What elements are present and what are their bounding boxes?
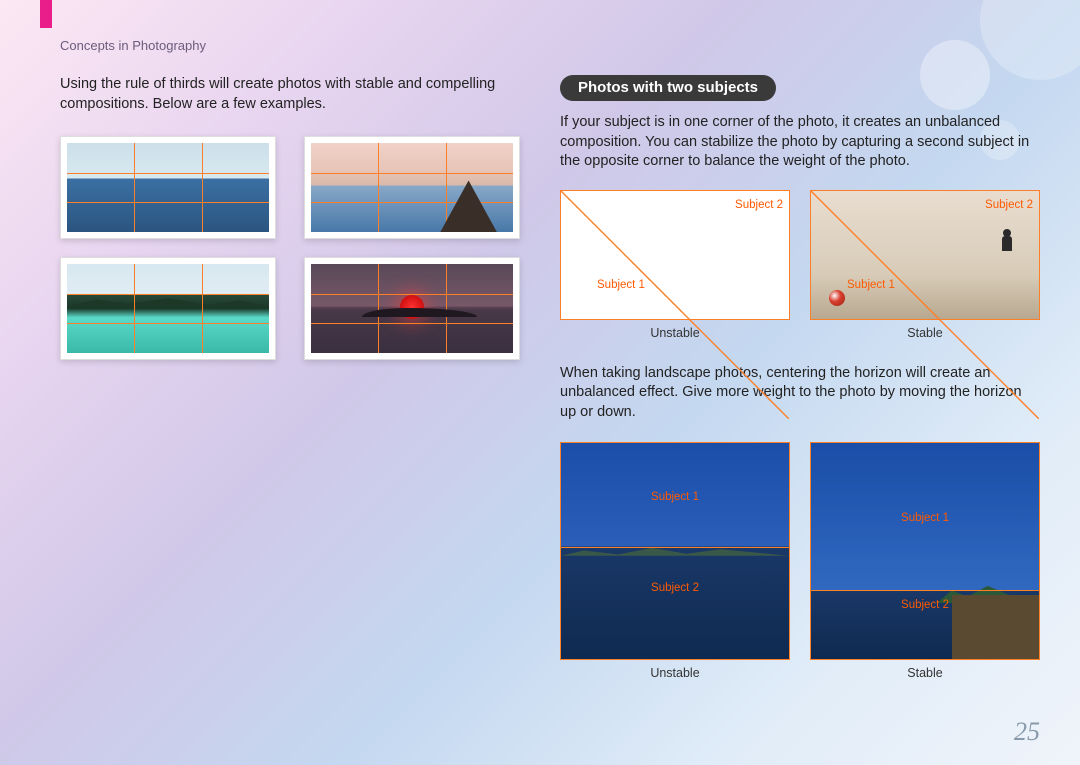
left-column: Using the rule of thirds will create pho… <box>60 75 540 360</box>
diagram-stable: Subject 2 Subject 1 Stable <box>810 190 1040 340</box>
label-subject-2: Subject 2 <box>985 199 1033 211</box>
example-photo-ocean-horizon <box>60 136 276 239</box>
diagonal-line-icon <box>811 191 1039 419</box>
diagram-unstable: Subject 2 Subject 1 Unstable <box>560 190 790 340</box>
right-column: Photos with two subjects If your subject… <box>560 75 1040 680</box>
label-subject-1: Subject 1 <box>597 279 645 291</box>
section-heading: Photos with two subjects <box>560 75 776 101</box>
two-subjects-paragraph: If your subject is in one corner of the … <box>560 113 1040 172</box>
landscape-diagrams: Subject 1 Subject 2 Unstable Subject 1 S… <box>560 442 1040 680</box>
caption-unstable: Unstable <box>560 666 790 680</box>
person-icon <box>1002 229 1012 251</box>
rule-of-thirds-examples <box>60 136 520 360</box>
two-subjects-diagrams: Subject 2 Subject 1 Unstable Subject 2 S… <box>560 190 1040 340</box>
example-photo-turquoise-lake <box>60 257 276 360</box>
landscape-stable: Subject 1 Subject 2 Stable <box>810 442 1040 680</box>
page-number: 25 <box>1014 717 1040 747</box>
label-subject-1: Subject 1 <box>847 279 895 291</box>
label-subject-2: Subject 2 <box>651 582 699 594</box>
label-subject-1: Subject 1 <box>651 491 699 503</box>
diagonal-line-icon <box>561 191 789 419</box>
label-subject-1: Subject 1 <box>901 512 949 524</box>
label-subject-2: Subject 2 <box>901 599 949 611</box>
intro-paragraph: Using the rule of thirds will create pho… <box>60 75 540 114</box>
example-photo-cliff-sunset <box>304 136 520 239</box>
example-photo-red-sun <box>304 257 520 360</box>
section-color-tab <box>40 0 52 28</box>
landscape-unstable: Subject 1 Subject 2 Unstable <box>560 442 790 680</box>
label-subject-2: Subject 2 <box>735 199 783 211</box>
breadcrumb: Concepts in Photography <box>60 38 206 53</box>
caption-stable: Stable <box>810 666 1040 680</box>
